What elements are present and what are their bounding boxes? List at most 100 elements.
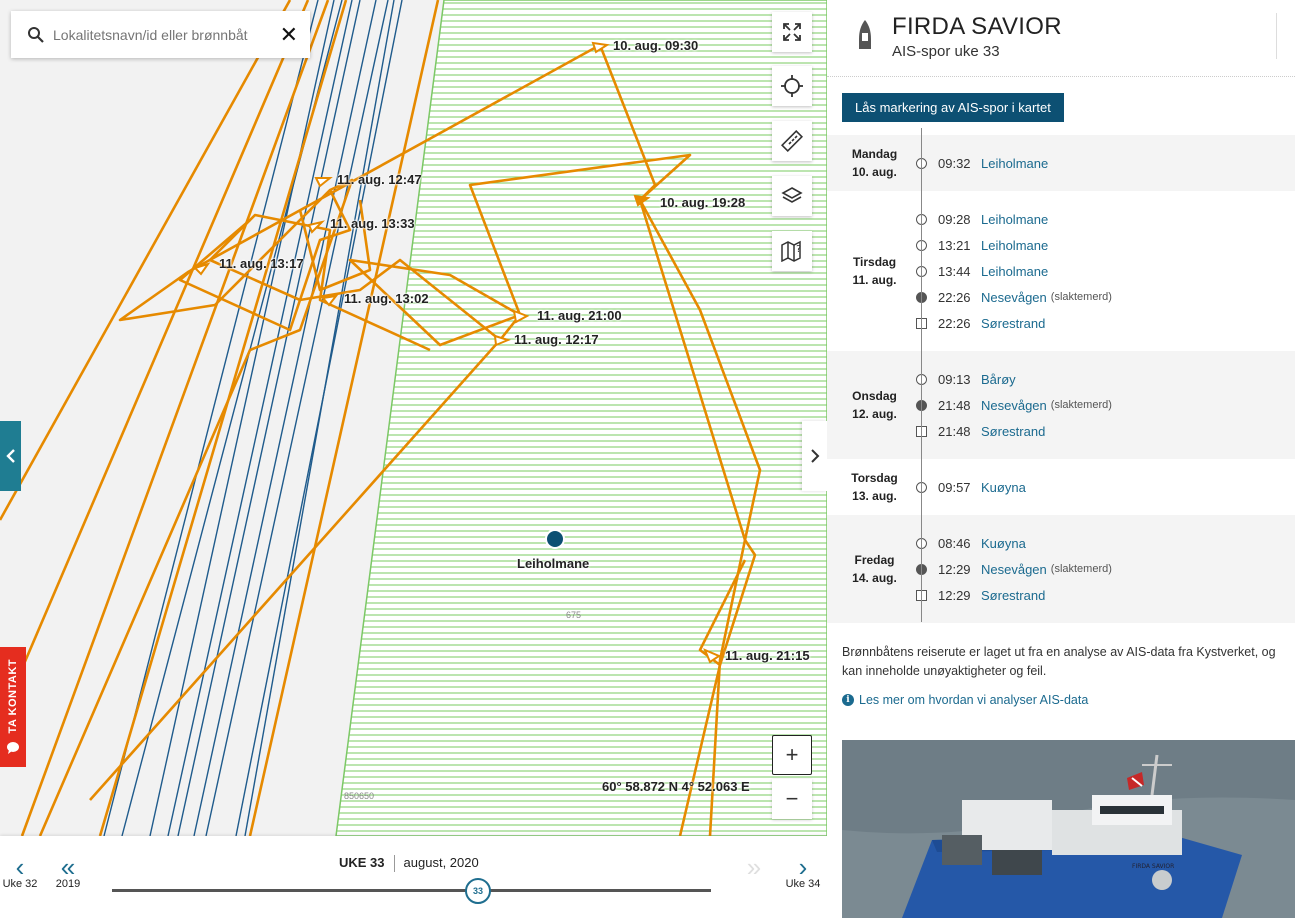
track-entry[interactable]: 13:21 Leiholmane: [916, 235, 1048, 255]
entry-time: 09:57: [938, 479, 971, 495]
site-marker: [545, 529, 565, 549]
entry-place-link[interactable]: Nesevågen: [981, 290, 1047, 305]
track-label: 11. aug. 13:17: [219, 256, 304, 271]
timeline-line: [921, 128, 922, 622]
day-group: Mandag 10. aug. 09:32 Leiholmane: [827, 135, 1295, 191]
fullscreen-icon: [783, 23, 801, 41]
track-entry[interactable]: 21:48 Sørestrand: [916, 421, 1045, 441]
entry-place-link[interactable]: Bårøy: [981, 372, 1016, 387]
date-label: 10. aug.: [852, 165, 897, 179]
lock-track-button[interactable]: Lås markering av AIS-spor i kartet: [842, 93, 1064, 122]
track-label: 11. aug. 21:00: [537, 308, 622, 323]
crosshair-icon: [781, 75, 803, 97]
track-entry[interactable]: 12:29 Sørestrand: [916, 585, 1045, 605]
track-entry[interactable]: 09:57 Kuøyna: [916, 477, 1026, 497]
entry-time: 22:26: [938, 289, 971, 305]
entry-time: 13:21: [938, 237, 971, 253]
entry-time: 12:29: [938, 587, 971, 603]
day-group: Fredag 14. aug. 08:46 Kuøyna 12:29 Nesevågen(…: [827, 515, 1295, 623]
entry-place-link[interactable]: Leiholmane: [981, 238, 1048, 253]
track-entry[interactable]: 09:13 Bårøy: [916, 369, 1016, 389]
week-timeline: ‹ Uke 32 « 2019 UKE 33 august, 2020 33 » …: [0, 836, 827, 918]
track-label: 11. aug. 21:15: [725, 648, 810, 663]
week-label: UKE 33: [339, 855, 385, 870]
vessel-panel: FIRDA SAVIOR AIS-spor uke 33 Lås markeri…: [827, 0, 1295, 918]
week-slider-handle[interactable]: 33: [465, 878, 491, 904]
entry-place-link[interactable]: Leiholmane: [981, 212, 1048, 227]
entry-note: (slaktemerd): [1050, 291, 1112, 303]
right-panel-toggle[interactable]: [802, 421, 827, 491]
ruler-icon: [781, 130, 803, 152]
week-slider-track[interactable]: [112, 889, 711, 892]
vessel-photo: FIRDA SAVIOR: [842, 740, 1295, 918]
weekday-label: Tirsdag: [852, 255, 897, 269]
entry-note: (slaktemerd): [1050, 563, 1112, 575]
track-label: 11. aug. 13:02: [344, 291, 429, 306]
measure-button[interactable]: [772, 121, 812, 161]
contact-tab[interactable]: TA KONTAKT: [0, 647, 26, 767]
double-chevron-left-icon: «: [60, 852, 76, 882]
vessel-subtitle: AIS-spor uke 33: [892, 43, 1000, 60]
locate-button[interactable]: [772, 66, 812, 106]
entry-time: 12:29: [938, 561, 971, 577]
photo-ship-name: FIRDA SAVIOR: [1132, 863, 1174, 870]
search-input[interactable]: [53, 26, 280, 43]
next-week-button[interactable]: › Uke 34: [784, 854, 822, 890]
entry-place-link[interactable]: Kuøyna: [981, 536, 1026, 551]
track-label: 11. aug. 12:47: [337, 172, 422, 187]
close-icon[interactable]: ✕: [280, 23, 298, 46]
track-entry[interactable]: 13:44 Leiholmane: [916, 261, 1048, 281]
track-label: 10. aug. 09:30: [613, 38, 699, 53]
site-label[interactable]: Leiholmane: [517, 556, 589, 571]
day-group: Onsdag 12. aug. 09:13 Bårøy 21:48 Nesevågen (s…: [827, 351, 1295, 459]
panel-close-button[interactable]: [1276, 13, 1295, 59]
contact-label: TA KONTAKT: [7, 658, 19, 734]
entry-place-link[interactable]: Kuøyna: [981, 480, 1026, 495]
entry-place-link[interactable]: Leiholmane: [981, 156, 1048, 171]
entry-time: 09:28: [938, 211, 971, 227]
entry-place-link[interactable]: Leiholmane: [981, 264, 1048, 279]
entry-place-link[interactable]: Nesevågen: [981, 562, 1047, 577]
track-entry[interactable]: 08:46 Kuøyna: [916, 533, 1026, 553]
weekday-label: Torsdag: [851, 471, 898, 485]
day-label: Fredag 14. aug.: [827, 551, 922, 587]
track-entry[interactable]: 22:26 Nesevågen (slaktemerd): [916, 287, 1112, 307]
track-entry[interactable]: 09:28 Leiholmane: [916, 209, 1048, 229]
area-code: 850650: [344, 791, 375, 801]
prev-week-label: Uke 32: [2, 878, 38, 890]
map-area[interactable]: 10. aug. 09:30 10. aug. 19:28 11. aug. 1…: [0, 0, 827, 918]
day-label: Tirsdag 11. aug.: [827, 253, 922, 289]
vessel-name: FIRDA SAVIOR: [892, 13, 1062, 40]
track-label: 11. aug. 13:33: [330, 216, 415, 231]
search-icon: [28, 26, 44, 43]
prev-year-button[interactable]: « 2019: [50, 852, 86, 890]
more-info-link[interactable]: i Les mer om hvordan vi analyser AIS-dat…: [842, 693, 1088, 707]
entry-place-link[interactable]: Sørestrand: [981, 588, 1045, 603]
layers-button[interactable]: [772, 176, 812, 216]
zoom-out-button[interactable]: −: [772, 779, 812, 819]
more-info-label: Les mer om hvordan vi analyser AIS-data: [859, 693, 1089, 707]
map-info-button[interactable]: ?: [772, 231, 812, 271]
track-entry[interactable]: 22:26 Sørestrand: [916, 313, 1045, 333]
entry-place-link[interactable]: Sørestrand: [981, 316, 1045, 331]
info-icon: i: [842, 694, 854, 706]
chevron-left-icon: ‹: [15, 852, 25, 882]
zoom-in-button[interactable]: +: [772, 735, 812, 775]
fullscreen-button[interactable]: [772, 12, 812, 52]
track-entry[interactable]: 21:48 Nesevågen (slaktemerd): [916, 395, 1112, 415]
weekday-label: Fredag: [854, 553, 895, 567]
entry-place-link[interactable]: Sørestrand: [981, 424, 1045, 439]
track-entry[interactable]: 12:29 Nesevågen (slaktemerd): [916, 559, 1112, 579]
coordinate-readout: 60° 58.872 N 4° 52.063 E: [602, 779, 750, 794]
left-panel-toggle[interactable]: [0, 421, 21, 491]
track-entry[interactable]: 09:32 Leiholmane: [916, 153, 1048, 173]
date-label: 13. aug.: [852, 489, 897, 503]
boat-icon: [859, 20, 871, 49]
timeline-title: UKE 33 august, 2020: [339, 855, 479, 873]
entry-time: 22:26: [938, 315, 971, 331]
chat-icon: [7, 742, 19, 755]
weekday-label: Onsdag: [852, 389, 897, 403]
entry-place-link[interactable]: Nesevågen: [981, 398, 1047, 413]
date-label: 14. aug.: [852, 571, 897, 585]
prev-week-button[interactable]: ‹ Uke 32: [2, 852, 38, 890]
